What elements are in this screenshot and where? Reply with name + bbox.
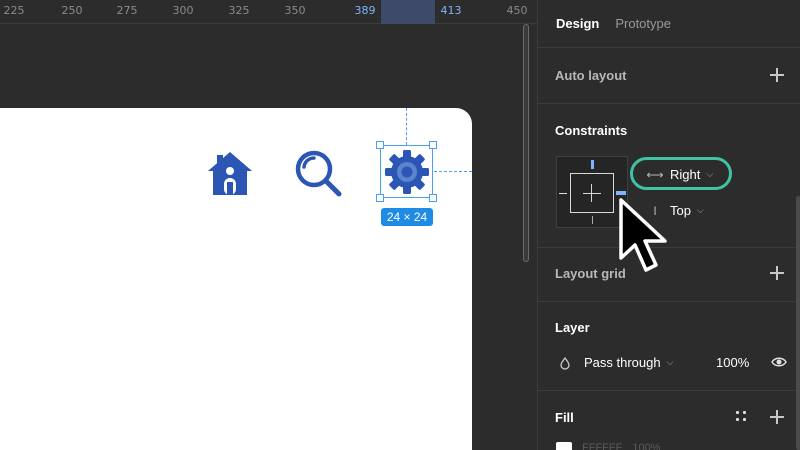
divider xyxy=(538,301,800,302)
constraint-bottom-marker[interactable] xyxy=(592,216,593,224)
chevron-down-icon: ⌵ xyxy=(706,169,714,179)
blend-mode-dropdown[interactable]: Pass through ⌵ xyxy=(584,355,673,370)
selection-size-badge: 24 × 24 xyxy=(381,208,433,226)
panel-tabs: Design Prototype xyxy=(556,16,671,31)
horizontal-constraint-dropdown[interactable]: ⟷ Right ⌵ xyxy=(646,167,713,182)
horizontal-constraint-value: Right xyxy=(670,167,701,182)
layer-row: Pass through ⌵ 100% xyxy=(558,355,788,370)
layer-title: Layer xyxy=(555,320,590,335)
canvas-vertical-scrollbar[interactable] xyxy=(523,24,529,262)
ruler-tick: 275 xyxy=(116,4,138,17)
ruler-tick: 325 xyxy=(228,4,250,17)
divider xyxy=(538,103,800,104)
chevron-down-icon: ⌵ xyxy=(696,205,704,215)
fill-opacity[interactable]: 100% xyxy=(632,442,660,450)
divider xyxy=(538,390,800,391)
ruler-tick-selection-start: 389 xyxy=(354,4,376,17)
divider xyxy=(538,47,800,48)
top-ruler: 225 250 275 300 325 350 389 413 450 xyxy=(0,0,537,24)
blend-mode-drop-icon xyxy=(560,356,570,370)
resize-handle-top-left[interactable] xyxy=(376,141,384,149)
ruler-selection-highlight xyxy=(381,0,435,24)
ruler-tick: 250 xyxy=(61,4,83,17)
panel-scrollbar[interactable] xyxy=(796,196,800,450)
add-auto-layout-plus-icon[interactable] xyxy=(770,68,784,82)
ruler-tick: 300 xyxy=(172,4,194,17)
chevron-down-icon: ⌵ xyxy=(666,357,674,367)
constraint-right-marker[interactable] xyxy=(616,191,626,195)
selection-box[interactable] xyxy=(376,141,437,202)
add-layout-grid-plus-icon[interactable] xyxy=(770,266,784,280)
blend-mode-value: Pass through xyxy=(584,355,661,370)
ruler-tick-selection-end: 413 xyxy=(440,4,462,17)
eye-icon[interactable] xyxy=(771,355,787,369)
constraint-left-marker[interactable] xyxy=(559,193,567,194)
tab-design[interactable]: Design xyxy=(556,16,599,31)
tab-prototype[interactable]: Prototype xyxy=(615,16,671,31)
canvas[interactable]: 225 250 275 300 325 350 389 413 450 24 ×… xyxy=(0,0,537,450)
resize-handle-top-right[interactable] xyxy=(429,141,437,149)
constraints-title: Constraints xyxy=(555,123,628,138)
resize-handle-bottom-right[interactable] xyxy=(429,194,437,202)
spacing-guide-top xyxy=(406,108,407,145)
layer-opacity[interactable]: 100% xyxy=(716,355,749,370)
fill-title: Fill xyxy=(555,410,574,425)
search-icon[interactable] xyxy=(293,149,343,197)
ruler-tick: 225 xyxy=(3,4,25,17)
spacing-guide-right xyxy=(434,171,472,172)
constraint-center-box[interactable] xyxy=(570,173,614,213)
fill-color-swatch[interactable] xyxy=(556,442,572,450)
fill-row[interactable]: FFFFFF 100% xyxy=(556,442,660,450)
mouse-cursor-icon xyxy=(619,198,667,272)
ruler-tick: 450 xyxy=(506,4,528,17)
vertical-constraint-value: Top xyxy=(670,203,691,218)
constraint-top-marker[interactable] xyxy=(591,160,594,169)
ruler-tick: 350 xyxy=(284,4,306,17)
add-fill-plus-icon[interactable] xyxy=(770,410,784,424)
styles-grid-icon[interactable] xyxy=(736,411,748,423)
fill-hex[interactable]: FFFFFF xyxy=(582,442,622,450)
resize-handle-bottom-left[interactable] xyxy=(376,194,384,202)
horizontal-constraint-icon: ⟷ xyxy=(646,167,664,182)
auto-layout-title: Auto layout xyxy=(555,68,627,83)
home-icon[interactable] xyxy=(205,149,255,197)
